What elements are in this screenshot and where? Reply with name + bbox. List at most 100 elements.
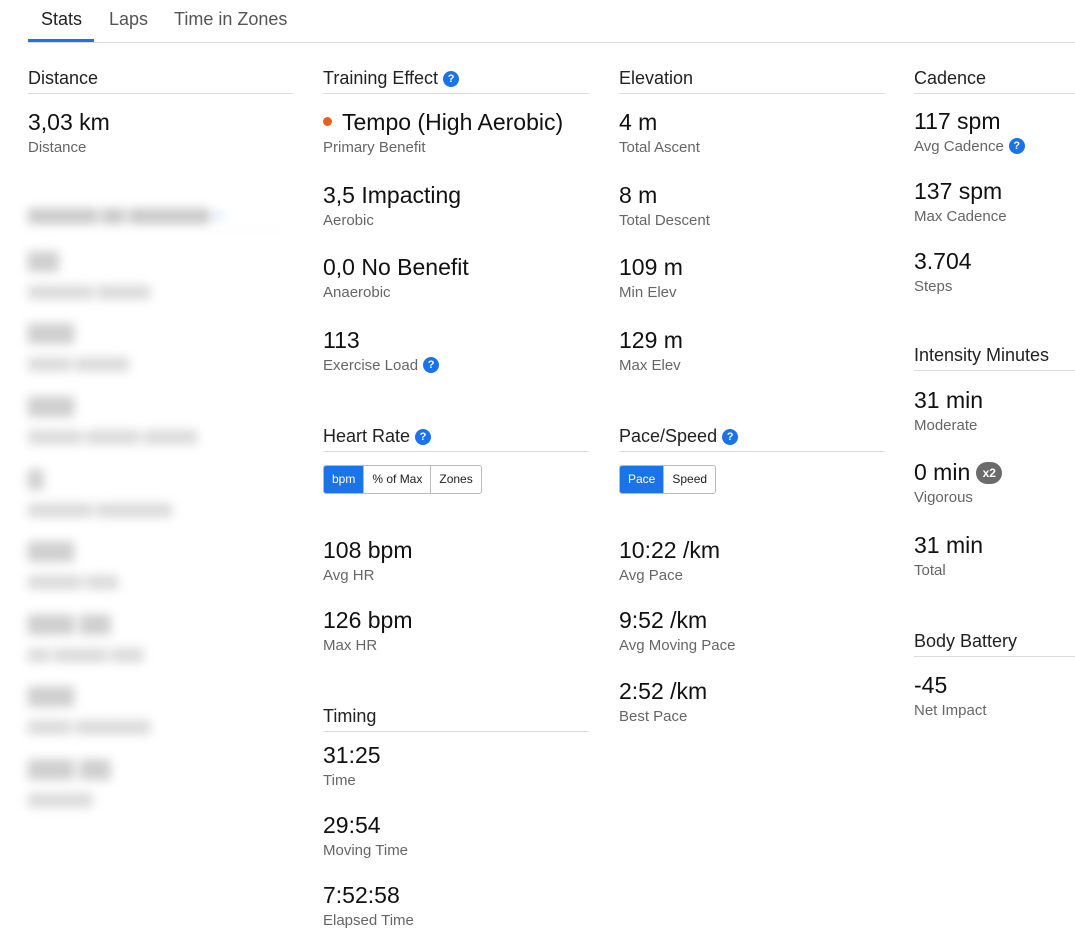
avg-hr-label: Avg HR bbox=[323, 567, 375, 584]
body-battery-section: Body Battery -45 Net Impact bbox=[914, 631, 1075, 719]
heart-rate-section: Heart Rate? bpm % of Max Zones 108 bpm A… bbox=[323, 426, 589, 654]
aerobic-stat: 3,5 Impacting Aerobic bbox=[323, 181, 461, 231]
timing-section: Timing 31:25 Time 29:54 Moving Time 7:52… bbox=[323, 706, 589, 929]
elevation-column: Elevation 4 m Total Ascent 8 m Total Des… bbox=[619, 68, 885, 748]
help-icon[interactable]: ? bbox=[443, 71, 460, 87]
total-ascent-value: 4 m bbox=[619, 109, 658, 135]
help-icon[interactable]: ? bbox=[1008, 138, 1025, 154]
elapsed-time-value: 7:52:58 bbox=[323, 882, 400, 908]
tab-time-in-zones[interactable]: Time in Zones bbox=[174, 9, 287, 30]
training-column: Training Effect? Tempo (High Aerobic) Pr… bbox=[323, 68, 589, 938]
min-elev-label: Min Elev bbox=[619, 284, 677, 301]
pace-speed-toggle: Pace Speed bbox=[619, 465, 717, 494]
moderate-label: Moderate bbox=[914, 417, 978, 434]
anaerobic-value: 0,0 No Benefit bbox=[323, 254, 469, 280]
help-icon[interactable]: ? bbox=[423, 357, 440, 373]
cadence-column: Cadence 117 spm Avg Cadence? 137 spm Max… bbox=[914, 68, 1075, 728]
total-ascent-stat: 4 m Total Ascent bbox=[619, 108, 700, 158]
avg-cadence-value: 117 spm bbox=[914, 108, 1001, 134]
best-pace-value: 2:52 /km bbox=[619, 678, 708, 704]
max-elev-label: Max Elev bbox=[619, 357, 681, 374]
timing-section-title: Timing bbox=[323, 706, 589, 732]
net-impact-stat: -45 Net Impact bbox=[914, 671, 987, 721]
elapsed-time-label: Elapsed Time bbox=[323, 912, 414, 929]
blurred-label: ▇▇▇▇▇▇ bbox=[28, 791, 93, 807]
vigorous-value: 0 min bbox=[914, 459, 971, 485]
distance-stat: 3,03 km Distance bbox=[28, 108, 110, 158]
blurred-value: ▇▇▇ bbox=[28, 322, 75, 344]
blurred-value: ▇▇▇ ▇▇ bbox=[28, 758, 111, 780]
primary-benefit-label: Primary Benefit bbox=[323, 139, 426, 156]
toggle-speed[interactable]: Speed bbox=[664, 466, 715, 493]
toggle-zones[interactable]: Zones bbox=[431, 466, 480, 493]
blurred-label: ▇▇▇▇▇ ▇▇▇ bbox=[28, 573, 119, 589]
distance-label: Distance bbox=[28, 139, 87, 156]
help-icon[interactable]: ? bbox=[415, 429, 432, 445]
best-pace-label: Best Pace bbox=[619, 708, 688, 725]
max-cadence-stat: 137 spm Max Cadence bbox=[914, 177, 1007, 227]
toggle-bpm[interactable]: bpm bbox=[324, 466, 365, 493]
total-intensity-value: 31 min bbox=[914, 532, 984, 558]
net-impact-value: -45 bbox=[914, 672, 948, 698]
exercise-load-label: Exercise Load bbox=[323, 357, 419, 374]
avg-hr-value: 108 bpm bbox=[323, 537, 413, 563]
moving-time-label: Moving Time bbox=[323, 842, 409, 859]
blurred-label: ▇▇▇▇ ▇▇▇▇▇ bbox=[28, 355, 129, 371]
max-hr-value: 126 bpm bbox=[323, 607, 413, 633]
elevation-section-title: Elevation bbox=[619, 68, 885, 94]
blurred-value: ▇▇▇ bbox=[28, 540, 75, 562]
steps-value: 3.704 bbox=[914, 248, 972, 274]
blurred-label: ▇▇ ▇▇▇▇▇ ▇▇▇ bbox=[28, 646, 144, 662]
body-battery-section-title: Body Battery bbox=[914, 631, 1075, 657]
cadence-section-title: Cadence bbox=[914, 68, 1075, 94]
blurred-value: ▇▇▇ ▇▇ bbox=[28, 613, 111, 635]
multiplier-badge: x2 bbox=[976, 462, 1003, 484]
heart-rate-unit-toggle: bpm % of Max Zones bbox=[323, 465, 482, 494]
tab-stats[interactable]: Stats bbox=[41, 9, 82, 30]
total-intensity-stat: 31 min Total bbox=[914, 531, 983, 581]
net-impact-label: Net Impact bbox=[914, 702, 987, 719]
time-label: Time bbox=[323, 772, 356, 789]
aerobic-label: Aerobic bbox=[323, 212, 374, 229]
blurred-label: ▇▇▇▇ ▇▇▇▇▇▇▇ bbox=[28, 718, 151, 734]
toggle-percent-of-max[interactable]: % of Max bbox=[364, 466, 432, 493]
anaerobic-label: Anaerobic bbox=[323, 284, 391, 301]
help-icon[interactable]: ? bbox=[722, 429, 739, 445]
max-elev-stat: 129 m Max Elev bbox=[619, 326, 683, 376]
max-elev-value: 129 m bbox=[619, 327, 683, 353]
intensity-minutes-section: Intensity Minutes 31 min Moderate 0 min x… bbox=[914, 345, 1075, 579]
blurred-value: ▇ bbox=[28, 468, 44, 490]
total-intensity-label: Total bbox=[914, 562, 946, 579]
time-stat: 31:25 Time bbox=[323, 741, 381, 791]
toggle-pace[interactable]: Pace bbox=[620, 466, 665, 493]
time-value: 31:25 bbox=[323, 742, 381, 768]
blurred-value: ▇▇▇ bbox=[28, 395, 75, 417]
elapsed-time-stat: 7:52:58 Elapsed Time bbox=[323, 881, 414, 931]
aerobic-value: 3,5 Impacting bbox=[323, 182, 462, 208]
moving-time-value: 29:54 bbox=[323, 812, 381, 838]
intensity-minutes-section-title: Intensity Minutes bbox=[914, 345, 1075, 371]
heart-rate-section-title: Heart Rate? bbox=[323, 426, 589, 452]
blurred-label: ▇▇▇▇▇▇ ▇▇▇▇▇▇▇ bbox=[28, 501, 172, 517]
max-hr-stat: 126 bpm Max HR bbox=[323, 606, 413, 656]
exercise-load-stat: 113 Exercise Load? bbox=[323, 326, 440, 376]
steps-stat: 3.704 Steps bbox=[914, 247, 972, 297]
tab-laps[interactable]: Laps bbox=[109, 9, 148, 30]
primary-benefit-value: Tempo (High Aerobic) bbox=[342, 109, 564, 135]
total-descent-label: Total Descent bbox=[619, 212, 710, 229]
tab-bar: Stats Laps Time in Zones bbox=[28, 0, 1075, 43]
blurred-section-title: ▇▇▇▇▇▇ ▇▇ ▇▇▇▇▇▇▇ ● bbox=[28, 206, 293, 229]
steps-label: Steps bbox=[914, 278, 953, 295]
avg-moving-pace-label: Avg Moving Pace bbox=[619, 637, 736, 654]
blurred-label: ▇▇▇▇▇ ▇▇▇▇▇ ▇▇▇▇▇ bbox=[28, 428, 198, 444]
avg-cadence-label: Avg Cadence bbox=[914, 138, 1004, 155]
blurred-stats-area: ▇▇▇▇▇▇ ▇▇ ▇▇▇▇▇▇▇ ● ▇▇ ▇▇▇▇▇▇ ▇▇▇▇▇ ▇▇▇ … bbox=[28, 203, 293, 823]
pace-speed-section-title: Pace/Speed? bbox=[619, 426, 885, 452]
distance-column: Distance 3,03 km Distance ▇▇▇▇▇▇ ▇▇ ▇▇▇▇… bbox=[28, 68, 293, 828]
avg-moving-pace-value: 9:52 /km bbox=[619, 607, 708, 633]
blurred-label: ▇▇▇▇▇▇ ▇▇▇▇▇ bbox=[28, 283, 151, 299]
total-descent-value: 8 m bbox=[619, 182, 658, 208]
moving-time-stat: 29:54 Moving Time bbox=[323, 811, 408, 861]
min-elev-value: 109 m bbox=[619, 254, 683, 280]
min-elev-stat: 109 m Min Elev bbox=[619, 253, 683, 303]
